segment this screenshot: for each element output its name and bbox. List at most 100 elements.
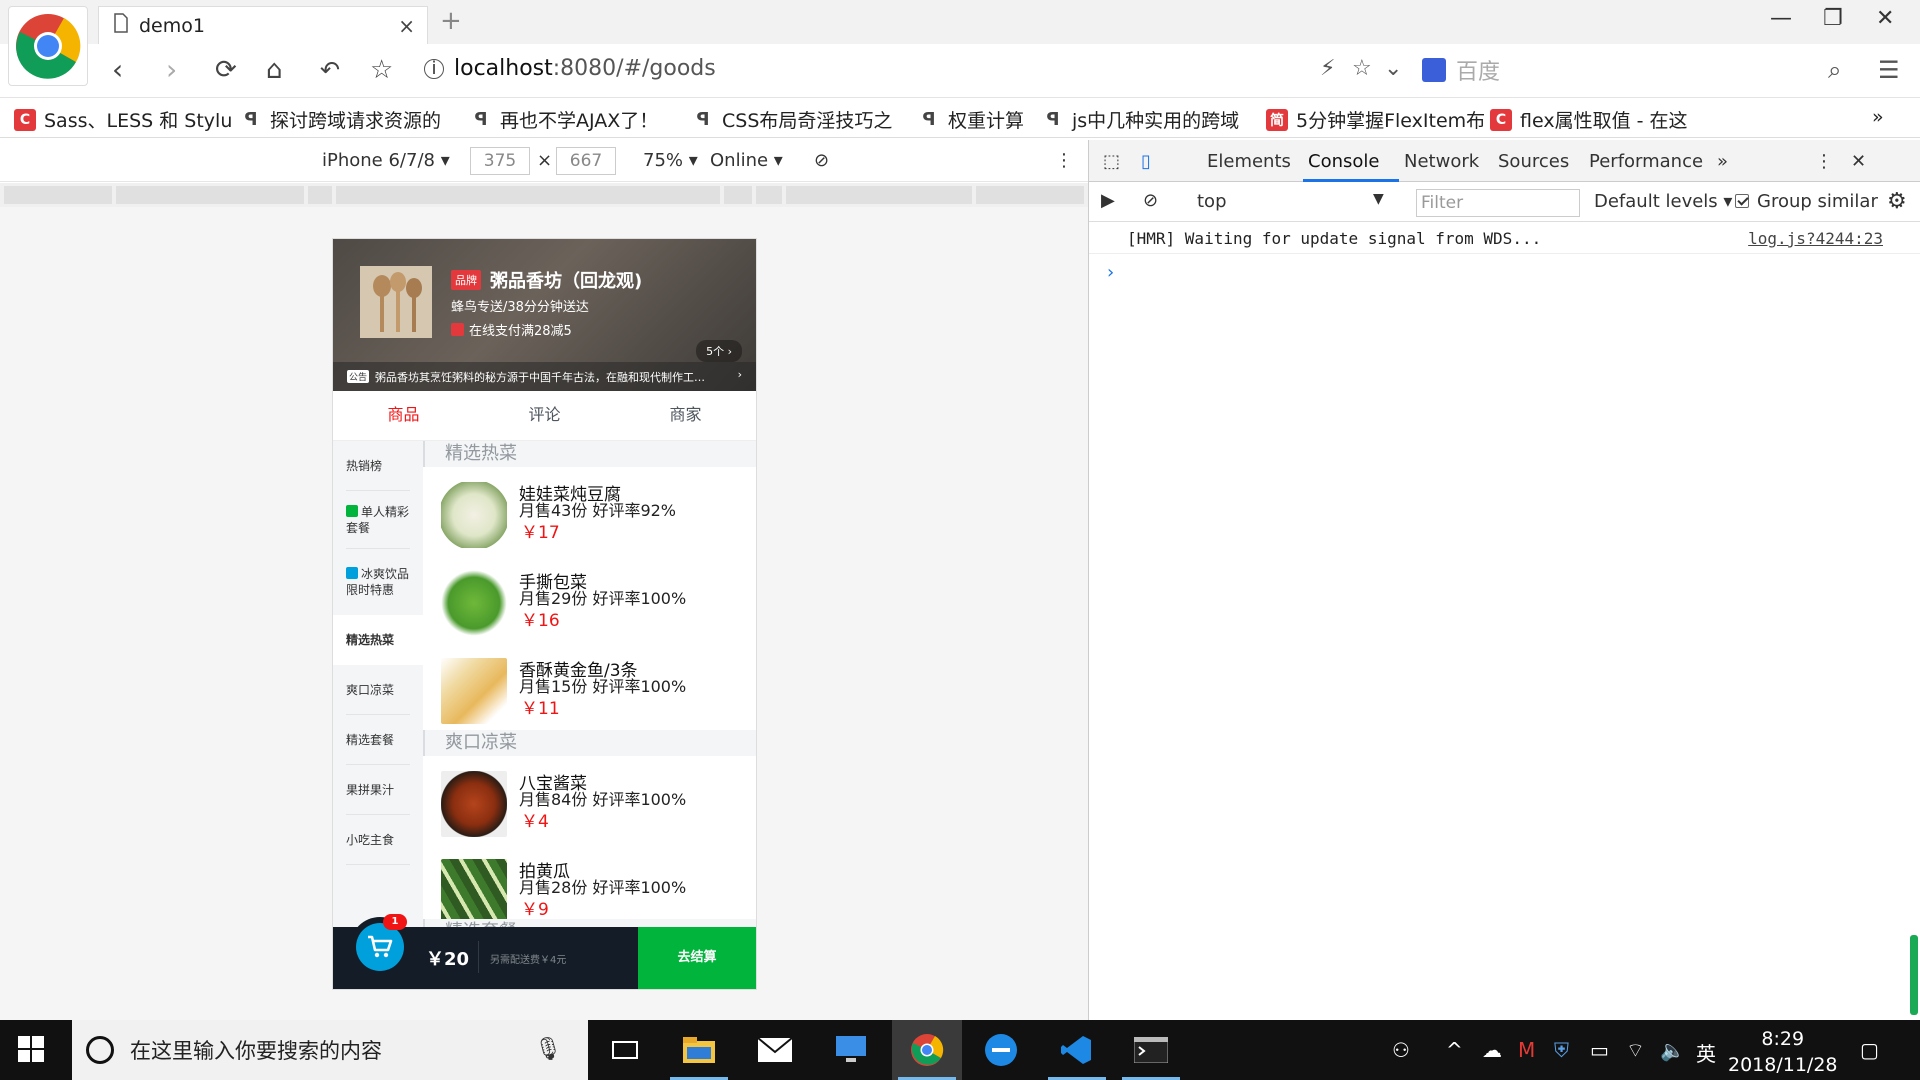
tab-console[interactable]: Console [1308,151,1379,172]
food-item[interactable]: 香酥黄金鱼/3条 月售15份 好评率100% ￥11 [441,656,751,726]
antivirus-icon[interactable]: M [1518,1038,1535,1062]
menu-item[interactable]: 单人精彩套餐 [333,491,423,549]
menu-item[interactable]: 小吃主食 [333,815,423,865]
tab-sources[interactable]: Sources [1498,151,1569,172]
media-query-ruler[interactable] [0,183,1088,207]
back-icon[interactable]: ‹ [112,54,123,86]
new-tab-button[interactable]: + [440,6,462,36]
height-field[interactable]: 667 [556,147,616,175]
supports-count-button[interactable]: 5个 › [696,340,742,362]
tab-ratings[interactable]: 评论 [474,391,615,440]
width-field[interactable]: 375 [470,147,530,175]
menu-icon[interactable]: ☰ [1878,56,1900,84]
levels-select[interactable]: Default levels ▾ [1594,191,1732,212]
console-prompt[interactable]: › [1107,262,1114,283]
mail-icon[interactable] [740,1020,810,1080]
menu-item[interactable]: 热销榜 [333,441,423,491]
menu-item[interactable]: 冰爽饮品限时特惠 [333,549,423,615]
restore-icon[interactable]: ❐ [1823,6,1843,31]
info-icon[interactable]: i [424,58,444,79]
tab-elements[interactable]: Elements [1207,151,1291,172]
menu-item-active[interactable]: 精选热菜 [333,615,423,665]
bookmark-label: js中几种实用的跨域 [1072,110,1240,132]
sidebar-toggle-icon[interactable]: ▶ [1101,190,1115,211]
menu-item[interactable]: 精选套餐 [333,715,423,765]
windows-start-icon[interactable] [18,1036,44,1067]
address-bar[interactable]: i localhost:8080/#/goods [424,56,716,81]
wifi-icon[interactable]: ⌔ [1626,1038,1645,1063]
more-options-icon[interactable]: ⋮ [1055,150,1073,171]
notifications-icon[interactable]: ▢ [1860,1038,1879,1062]
food-item[interactable]: 八宝酱菜 月售84份 好评率100% ￥4 [441,769,751,839]
search-icon[interactable]: ⌕ [1828,56,1841,84]
food-item[interactable]: 娃娃菜炖豆腐 月售43份 好评率92% ￥17 [441,480,751,550]
close-tab-icon[interactable]: × [398,14,415,38]
inspect-icon[interactable]: ⬚ [1103,151,1120,172]
chevron-down-icon[interactable]: ⌄ [1384,56,1402,81]
home-icon[interactable]: ⌂ [266,54,283,86]
menu-item[interactable]: 果拼果汁 [333,765,423,815]
group-similar-checkbox[interactable]: Group similar [1735,191,1878,212]
clear-console-icon[interactable]: ⊘ [1143,190,1158,211]
bookmark-item[interactable]: ꟼ 再也不学AJAX了！ [470,106,658,133]
device-select[interactable]: iPhone 6/7/8 ▾ [322,150,450,171]
close-devtools-icon[interactable]: ✕ [1851,151,1866,172]
vscode-icon[interactable] [1042,1020,1112,1080]
edge-icon[interactable] [966,1020,1036,1080]
chevron-up-icon[interactable]: ^ [1446,1038,1463,1062]
context-select[interactable]: top [1197,191,1227,212]
devtools-menu-icon[interactable]: ⋮ [1815,151,1833,172]
search-engine-box[interactable]: 百度 [1422,52,1500,88]
lightning-icon[interactable]: ⚡ [1320,56,1335,81]
chrome-taskbar-icon[interactable] [892,1020,962,1080]
minimize-icon[interactable]: — [1770,6,1792,31]
menu-item[interactable]: 爽口凉菜 [333,665,423,715]
food-item[interactable]: 手撕包菜 月售29份 好评率100% ￥16 [441,568,751,638]
star-icon[interactable]: ☆ [370,54,393,86]
remote-desktop-icon[interactable] [816,1020,886,1080]
tab-goods[interactable]: 商品 [333,391,474,440]
bookmark-item[interactable]: ꟼ js中几种实用的跨域 [1042,106,1239,133]
bulletin-bar[interactable]: 公告 粥品香坊其烹饪粥料的秘方源于中国千年古法，在融和现代制作工… › [333,362,756,391]
tab-performance[interactable]: Performance [1589,151,1703,172]
battery-icon[interactable]: ▭ [1590,1038,1609,1062]
devtools-tabbar: ⬚ ▯ Elements Console Network Sources Per… [1089,140,1920,182]
log-source-link[interactable]: log.js?4244:23 [1748,229,1883,248]
people-icon[interactable]: ⚇ [1392,1038,1410,1062]
terminal-icon[interactable] [1116,1020,1186,1080]
network-select[interactable]: Online ▾ [710,150,783,171]
filter-input[interactable]: Filter [1416,189,1580,217]
more-tabs-icon[interactable]: » [1717,151,1728,172]
food-item[interactable]: 拍黄瓜 月售28份 好评率100% ￥9 [441,857,751,927]
bookmark-item[interactable]: C Sass、LESS 和 Stylu [14,106,232,133]
window-close-icon[interactable]: ✕ [1876,6,1894,31]
bookmark-item[interactable]: C flex属性取值 - 在这 [1490,106,1688,133]
microphone-icon[interactable]: 🎙 [534,1037,562,1062]
tab-network[interactable]: Network [1404,151,1479,172]
task-view-icon[interactable] [590,1020,660,1080]
clock[interactable]: 8:29 2018/11/28 [1728,1026,1838,1078]
reload-icon[interactable]: ⟳ [215,54,237,86]
checkout-button[interactable]: 去结算 [638,927,756,989]
context-dropdown-icon[interactable]: ▼ [1373,191,1384,207]
more-bookmarks-icon[interactable]: » [1872,106,1884,128]
device-toggle-icon[interactable]: ▯ [1141,151,1151,172]
bookmark-item[interactable]: ꟼ CSS布局奇淫技巧之 [692,106,892,133]
onedrive-icon[interactable]: ☁ [1482,1038,1502,1062]
shield-icon[interactable]: ⛨ [1554,1038,1569,1062]
volume-icon[interactable]: 🔈 [1660,1038,1685,1062]
ime-indicator[interactable]: 英 [1696,1038,1716,1067]
zoom-select[interactable]: 75% ▾ [643,150,698,171]
forward-icon[interactable]: › [166,54,177,86]
browser-tab[interactable]: demo1 × [98,6,428,44]
bookmark-item[interactable]: 简 5分钟掌握FlexItem布 [1266,106,1485,133]
bookmark-item[interactable]: ꟼ 权重计算 [918,106,1024,133]
undo-icon[interactable]: ↶ [320,54,340,86]
favorite-icon[interactable]: ☆ [1352,56,1372,81]
rotate-icon[interactable]: ⊘ [814,150,829,171]
tab-seller[interactable]: 商家 [615,391,756,440]
file-explorer-icon[interactable] [664,1020,734,1080]
gear-icon[interactable]: ⚙ [1887,189,1907,214]
taskbar-search[interactable]: 在这里输入你要搜索的内容 🎙 [72,1020,588,1080]
bookmark-item[interactable]: ꟼ 探讨跨域请求资源的 [240,106,441,133]
